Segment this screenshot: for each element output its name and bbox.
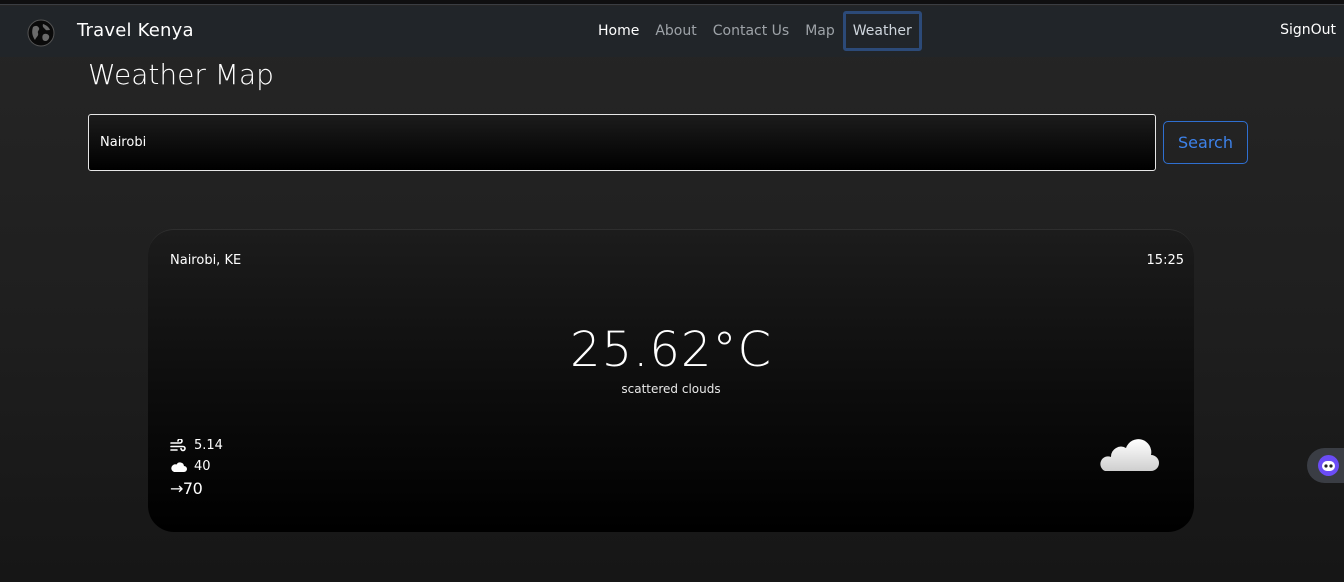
weather-card: Nairobi, KE 15:25 25.62°C scattered clou… xyxy=(148,229,1194,532)
nav-contact-us[interactable]: Contact Us xyxy=(705,11,797,51)
direction-stat: →70 xyxy=(170,477,223,500)
navbar: Travel Kenya Home About Contact Us Map W… xyxy=(0,6,1344,57)
clouds-stat: 40 xyxy=(170,456,223,477)
weather-description: scattered clouds xyxy=(621,382,721,396)
page-title: Weather Map xyxy=(88,58,274,91)
clouds-value: 40 xyxy=(194,459,211,474)
search-button[interactable]: Search xyxy=(1163,121,1248,164)
nav-map[interactable]: Map xyxy=(797,11,843,51)
nav-weather[interactable]: Weather xyxy=(842,11,922,51)
time-label: 15:25 xyxy=(1146,253,1184,268)
temperature-value: 25.62°C xyxy=(570,322,772,378)
nav-links: Home About Contact Us Map Weather xyxy=(590,11,922,51)
wind-stat: 5.14 xyxy=(170,435,223,456)
nav-about[interactable]: About xyxy=(647,11,704,51)
direction-value: →70 xyxy=(170,479,203,498)
globe-icon[interactable] xyxy=(27,19,55,47)
wind-icon xyxy=(170,438,194,453)
cloud-small-icon xyxy=(170,461,194,473)
signout-link[interactable]: SignOut xyxy=(1280,22,1336,38)
nav-home[interactable]: Home xyxy=(590,11,647,51)
window-top-edge xyxy=(0,0,1344,5)
weather-stats: 5.14 40 →70 xyxy=(170,435,223,500)
city-search-input[interactable] xyxy=(88,114,1156,171)
brand-name[interactable]: Travel Kenya xyxy=(77,20,194,41)
assistant-bot-icon xyxy=(1318,455,1339,476)
wind-value: 5.14 xyxy=(194,438,223,453)
cloud-icon xyxy=(1100,439,1159,471)
city-label: Nairobi, KE xyxy=(170,253,242,268)
assistant-widget[interactable] xyxy=(1307,448,1344,483)
